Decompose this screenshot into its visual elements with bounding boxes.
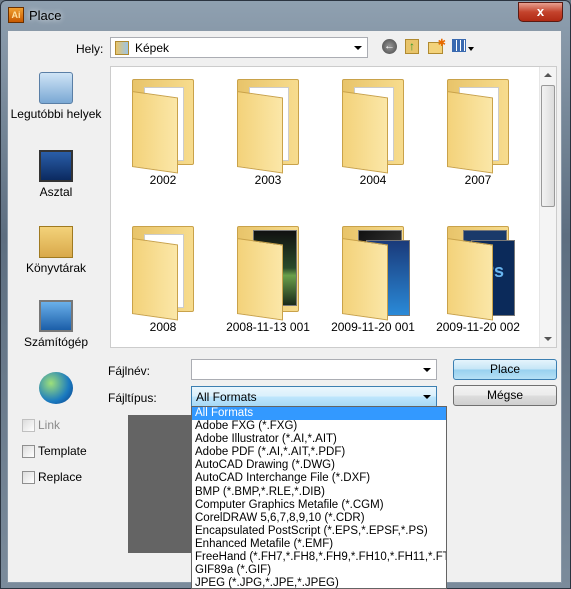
- computer-icon: [39, 300, 73, 332]
- pictures-folder-icon: [115, 41, 129, 55]
- new-folder-icon[interactable]: ✱: [428, 38, 446, 57]
- item-label: 2009-11-20 001: [331, 320, 415, 334]
- filetype-select[interactable]: All Formats: [191, 386, 437, 407]
- back-icon[interactable]: ←: [382, 39, 400, 57]
- place-computer[interactable]: Számítógép: [8, 300, 104, 349]
- close-button[interactable]: x: [518, 2, 563, 22]
- vertical-scrollbar[interactable]: [539, 67, 556, 347]
- location-combo[interactable]: Képek: [110, 37, 368, 58]
- place-desktop[interactable]: Asztal: [8, 150, 104, 199]
- place-libraries[interactable]: Könyvtárak: [8, 226, 104, 275]
- checkbox-icon: [22, 445, 35, 459]
- recent-places-icon: [39, 72, 73, 104]
- file-list[interactable]: 2002 2003 2004 2007 2008 2008-11-13 001 …: [110, 66, 557, 348]
- folder-item[interactable]: 2002: [111, 73, 215, 187]
- desktop-icon: [39, 150, 73, 182]
- location-label: Hely:: [76, 42, 104, 56]
- item-label: 2003: [254, 173, 282, 187]
- window-title: Place: [29, 8, 62, 23]
- libraries-icon: [39, 226, 73, 258]
- filename-input[interactable]: [191, 359, 437, 380]
- place-label: Legutóbbi helyek: [10, 107, 102, 121]
- filetype-option[interactable]: All Formats: [192, 407, 446, 421]
- filetype-option[interactable]: BMP (*.BMP,*.RLE,*.DIB): [192, 486, 446, 499]
- item-label: 2008-11-13 001: [226, 320, 310, 334]
- filetype-option[interactable]: GIF89a (*.GIF): [192, 564, 446, 577]
- filetype-option[interactable]: FreeHand (*.FH7,*.FH8,*.FH9,*.FH10,*.FH1…: [192, 551, 446, 564]
- chevron-down-icon[interactable]: [354, 46, 362, 50]
- preview-pane: [128, 415, 200, 553]
- folder-item[interactable]: 2008-11-13 001: [216, 220, 320, 334]
- view-menu-icon[interactable]: [452, 39, 478, 57]
- folder-icon: [336, 73, 410, 174]
- place-label: Könyvtárak: [25, 261, 87, 275]
- illustrator-app-icon: Ai: [8, 7, 24, 23]
- filetype-option[interactable]: AutoCAD Interchange File (*.DXF): [192, 472, 446, 485]
- title-bar[interactable]: Ai Place x: [1, 1, 570, 31]
- cancel-button[interactable]: Mégse: [453, 385, 557, 406]
- template-label: Template: [38, 444, 87, 458]
- filetype-option[interactable]: Adobe Illustrator (*.AI,*.AIT): [192, 433, 446, 446]
- checkbox-icon: [22, 471, 35, 485]
- checkbox-icon: [22, 419, 35, 433]
- place-recent[interactable]: Legutóbbi helyek: [8, 72, 104, 121]
- network-icon: [39, 372, 73, 404]
- filetype-option[interactable]: CorelDRAW 5,6,7,8,9,10 (*.CDR): [192, 512, 446, 525]
- chevron-down-icon[interactable]: [423, 395, 431, 399]
- link-label: Link: [38, 418, 61, 432]
- up-folder-icon[interactable]: ↑: [405, 39, 423, 57]
- filetype-option[interactable]: Adobe PDF (*.AI,*.AIT,*.PDF): [192, 446, 446, 459]
- filetype-option[interactable]: JPEG (*.JPG,*.JPE,*.JPEG): [192, 577, 446, 588]
- scroll-down-icon[interactable]: [544, 337, 552, 341]
- folder-windows-icon: [336, 220, 410, 321]
- item-label: 2002: [149, 173, 177, 187]
- folder-item[interactable]: Ps 2009-11-20 002: [426, 220, 530, 334]
- chevron-down-icon[interactable]: [423, 368, 431, 372]
- folder-item[interactable]: 2007: [426, 73, 530, 187]
- folder-psd-icon: Ps: [441, 220, 515, 321]
- location-value: Képek: [135, 41, 170, 55]
- filetype-value: All Formats: [196, 390, 257, 404]
- place-label: Asztal: [39, 185, 73, 199]
- link-checkbox[interactable]: Link: [22, 418, 61, 433]
- item-label: 2008: [149, 320, 177, 334]
- template-checkbox[interactable]: Template: [22, 444, 87, 459]
- scroll-up-icon[interactable]: [544, 73, 552, 77]
- filetype-dropdown-list[interactable]: All Formats Adobe FXG (*.FXG) Adobe Illu…: [191, 406, 447, 589]
- folder-icon: [126, 220, 200, 321]
- filetype-option[interactable]: Computer Graphics Metafile (*.CGM): [192, 499, 446, 512]
- filetype-option[interactable]: Adobe FXG (*.FXG): [192, 420, 446, 433]
- filename-label: Fájlnév:: [108, 364, 151, 378]
- item-label: 2009-11-20 002: [436, 320, 520, 334]
- filetype-label: Fájltípus:: [108, 391, 157, 405]
- folder-item[interactable]: 2004: [321, 73, 425, 187]
- folder-item[interactable]: 2003: [216, 73, 320, 187]
- scrollbar-thumb[interactable]: [541, 85, 555, 207]
- filetype-option[interactable]: Encapsulated PostScript (*.EPS,*.EPSF,*.…: [192, 525, 446, 538]
- folder-icon: [441, 73, 515, 174]
- item-label: 2004: [359, 173, 387, 187]
- folder-item[interactable]: 2008: [111, 220, 215, 334]
- place-network[interactable]: [8, 372, 104, 407]
- folder-photo-icon: [231, 220, 305, 321]
- place-button[interactable]: Place: [453, 359, 557, 380]
- place-label: Számítógép: [23, 335, 89, 349]
- folder-item[interactable]: 2009-11-20 001: [321, 220, 425, 334]
- replace-label: Replace: [38, 470, 83, 484]
- filetype-option[interactable]: AutoCAD Drawing (*.DWG): [192, 459, 446, 472]
- replace-checkbox[interactable]: Replace: [22, 470, 83, 485]
- filetype-option[interactable]: Enhanced Metafile (*.EMF): [192, 538, 446, 551]
- item-label: 2007: [464, 173, 492, 187]
- folder-icon: [126, 73, 200, 174]
- folder-icon: [231, 73, 305, 174]
